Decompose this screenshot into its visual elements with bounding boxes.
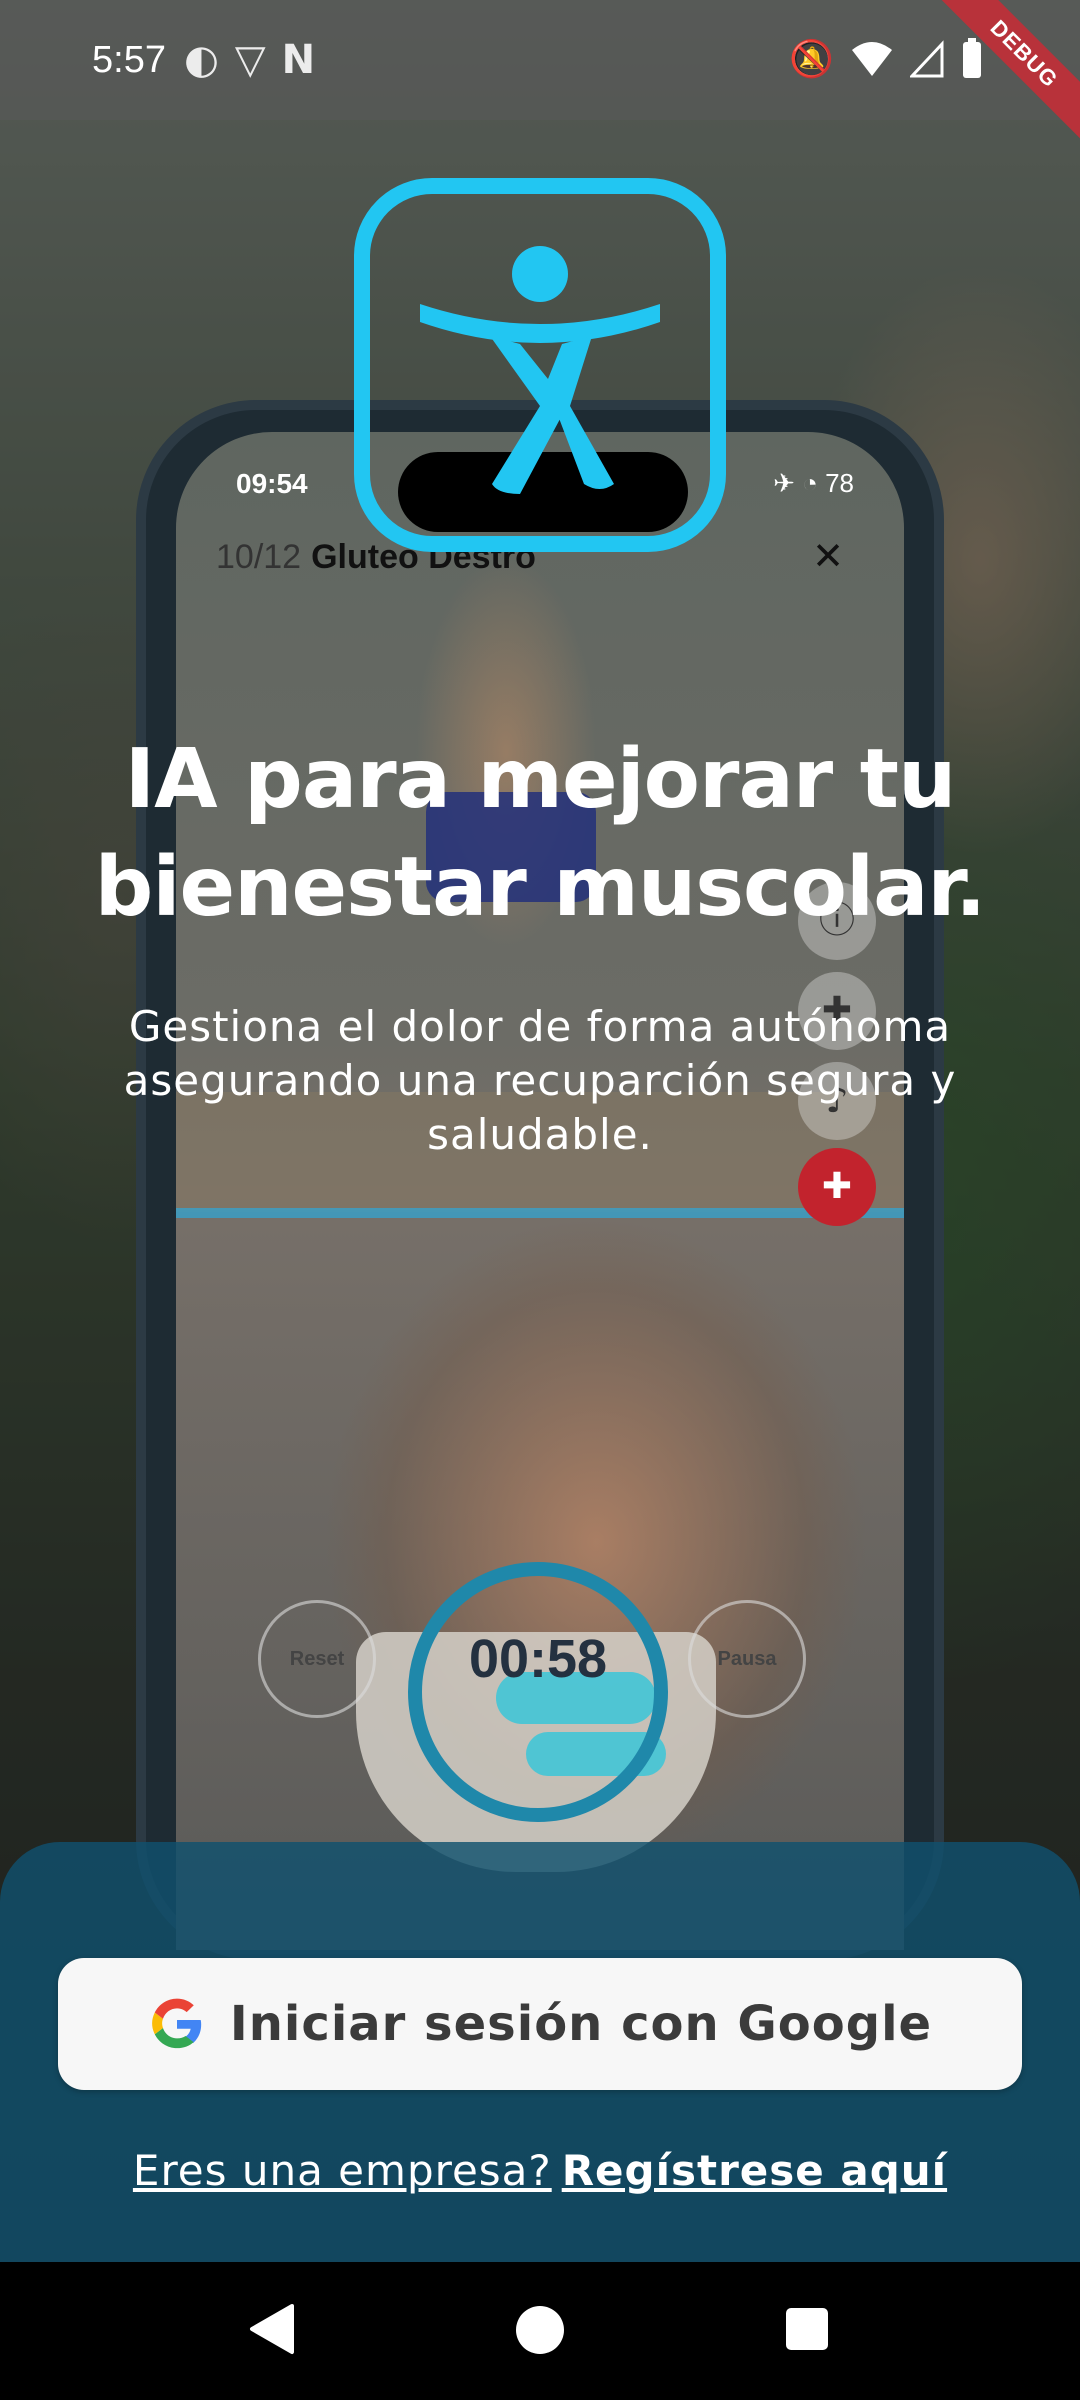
status-time: 5:57 xyxy=(92,38,166,81)
phone-mockup: 09:54 ✈ ◔ 78 10/12 Gluteo Destro ✕ ⓘ ✚ ♪ … xyxy=(136,400,944,1960)
google-icon xyxy=(151,1998,202,2049)
company-register-link[interactable]: Eres una empresa? Regístrese aquí xyxy=(0,2146,1080,2195)
sync-icon: ◐ xyxy=(183,37,219,83)
wifi-icon xyxy=(852,42,892,76)
signal-icon xyxy=(910,40,944,78)
phone-screen: 09:54 ✈ ◔ 78 10/12 Gluteo Destro ✕ ⓘ ✚ ♪ … xyxy=(176,432,904,1950)
app-logo xyxy=(354,178,726,552)
back-icon[interactable] xyxy=(248,2302,296,2356)
phone-time: 09:54 xyxy=(236,468,308,499)
phone-status-icons: ✈ ◔ 78 xyxy=(773,468,854,498)
exercise-counter: 10/12 xyxy=(216,538,302,576)
navigation-bar xyxy=(0,2262,1080,2400)
progress-line xyxy=(176,1208,904,1218)
headline-line-2: bienestar muscolar. xyxy=(94,840,987,935)
google-signin-label: Iniciar sesión con Google xyxy=(229,1996,933,2052)
close-icon: ✕ xyxy=(812,536,844,578)
subtitle: Gestiona el dolor de forma autónoma aseg… xyxy=(123,1002,957,1159)
status-bar: 5:57 ◐ ▽ N 🔕 DEBUG xyxy=(0,0,1080,139)
n-icon: N xyxy=(281,37,316,83)
company-question: Eres una empresa? xyxy=(132,2146,552,2195)
phone-pause-button: Pausa xyxy=(688,1600,806,1718)
google-signin-button[interactable]: Iniciar sesión con Google xyxy=(58,1958,1022,2090)
register-here-link[interactable]: Regístrese aquí xyxy=(562,2146,947,2195)
phone-reset-button: Reset xyxy=(258,1600,376,1718)
timer-ring xyxy=(408,1562,668,1822)
vpn-icon: ▽ xyxy=(234,37,266,83)
headline: IA para mejorar tu bienestar muscolar. xyxy=(40,726,1040,942)
phone-timer: 00:58 xyxy=(468,1629,608,1689)
recents-icon[interactable] xyxy=(784,2306,830,2352)
mute-icon: 🔕 xyxy=(789,39,834,80)
headline-line-1: IA para mejorar tu xyxy=(124,732,957,827)
phone-battery: 78 xyxy=(825,468,854,498)
battery-icon xyxy=(963,38,981,78)
person-logo-icon xyxy=(420,246,660,494)
home-icon[interactable] xyxy=(514,2304,566,2356)
status-right-icons: 🔕 xyxy=(789,38,984,80)
